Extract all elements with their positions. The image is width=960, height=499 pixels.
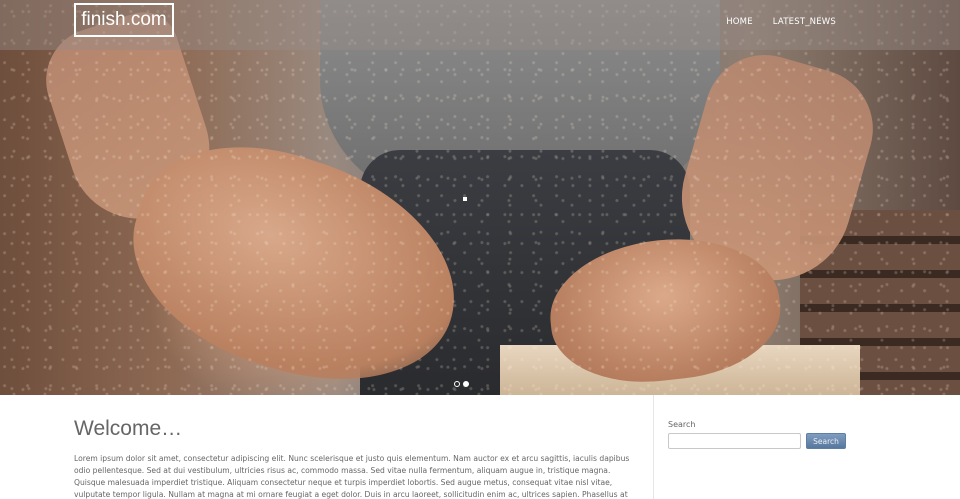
search-label: Search [668,420,696,429]
welcome-text: Lorem ipsum dolor sit amet, consectetur … [74,454,630,499]
page-title: Welcome… [74,417,183,440]
nav-latest-news[interactable]: LATEST_NEWS [773,17,836,27]
hero-slider [0,0,960,395]
slider-dots [454,381,469,387]
slider-dot-2[interactable] [463,381,469,387]
header-bar: finish.com HOME LATEST_NEWS [0,0,960,50]
search-button[interactable]: Search [806,433,846,449]
sidebar: Search Search [668,420,846,449]
main-column: Welcome… Lorem ipsum dolor sit amet, con… [74,417,639,499]
column-divider [653,395,654,499]
nav-home[interactable]: HOME [726,17,753,27]
slider-dot-1[interactable] [454,381,460,387]
main-nav: HOME LATEST_NEWS [726,17,836,27]
search-input[interactable] [668,433,801,449]
slide-marker [463,197,467,201]
site-logo[interactable]: finish.com [74,3,174,37]
content-area: Welcome… Lorem ipsum dolor sit amet, con… [0,395,960,499]
search-form: Search [668,433,846,449]
hero-sawdust [0,0,960,395]
